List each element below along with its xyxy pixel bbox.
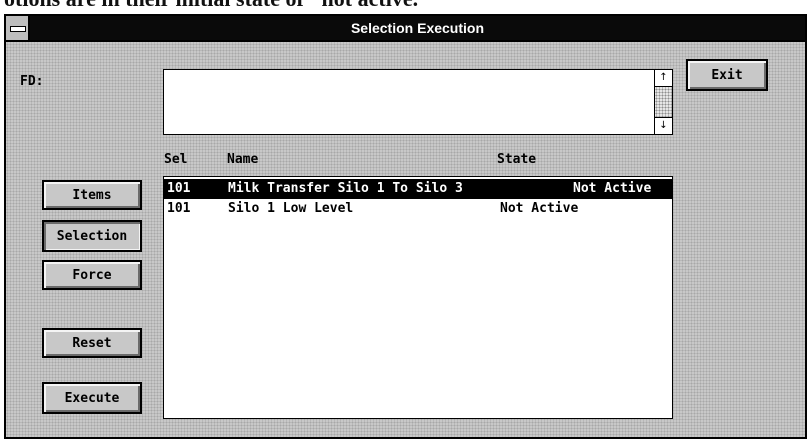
selection-list[interactable]: 101 Milk Transfer Silo 1 To Silo 3 Not A…	[163, 176, 673, 419]
window-title: Selection Execution	[350, 20, 485, 36]
list-item-state: Not Active	[573, 181, 652, 196]
column-header-sel: Sel	[164, 152, 188, 167]
reset-button[interactable]: Reset	[42, 328, 142, 358]
system-menu-button[interactable]	[6, 16, 30, 40]
list-item[interactable]: 101 Milk Transfer Silo 1 To Silo 3 Not A…	[164, 179, 672, 199]
force-button[interactable]: Force	[42, 260, 142, 290]
document-caption-text: otions are in their initial state of "no…	[0, 0, 810, 9]
title-bar: Selection Execution	[6, 16, 805, 42]
list-item-name: Milk Transfer Silo 1 To Silo 3	[228, 181, 463, 196]
execute-button[interactable]: Execute	[42, 382, 142, 414]
column-header-state: State	[497, 152, 537, 167]
list-item-name: Silo 1 Low Level	[228, 201, 354, 216]
exit-button[interactable]: Exit	[686, 59, 768, 91]
selection-button[interactable]: Selection	[42, 220, 142, 252]
column-header-name: Name	[227, 152, 259, 167]
list-item-sel: 101	[167, 201, 191, 216]
list-item-state: Not Active	[500, 201, 579, 216]
system-menu-icon	[10, 26, 26, 32]
list-item[interactable]: 101 Silo 1 Low Level Not Active	[164, 199, 672, 219]
fd-vertical-scrollbar[interactable]: ↑ ↓	[654, 70, 672, 134]
fd-text-area[interactable]: ↑ ↓	[163, 69, 673, 135]
scroll-up-icon[interactable]: ↑	[655, 70, 672, 87]
fd-label: FD:	[20, 74, 44, 89]
scroll-down-icon[interactable]: ↓	[655, 117, 672, 134]
selection-execution-window: Selection Execution FD: ↑ ↓ Exit Sel Nam…	[4, 14, 807, 439]
items-button[interactable]: Items	[42, 180, 142, 210]
list-item-sel: 101	[167, 181, 191, 196]
